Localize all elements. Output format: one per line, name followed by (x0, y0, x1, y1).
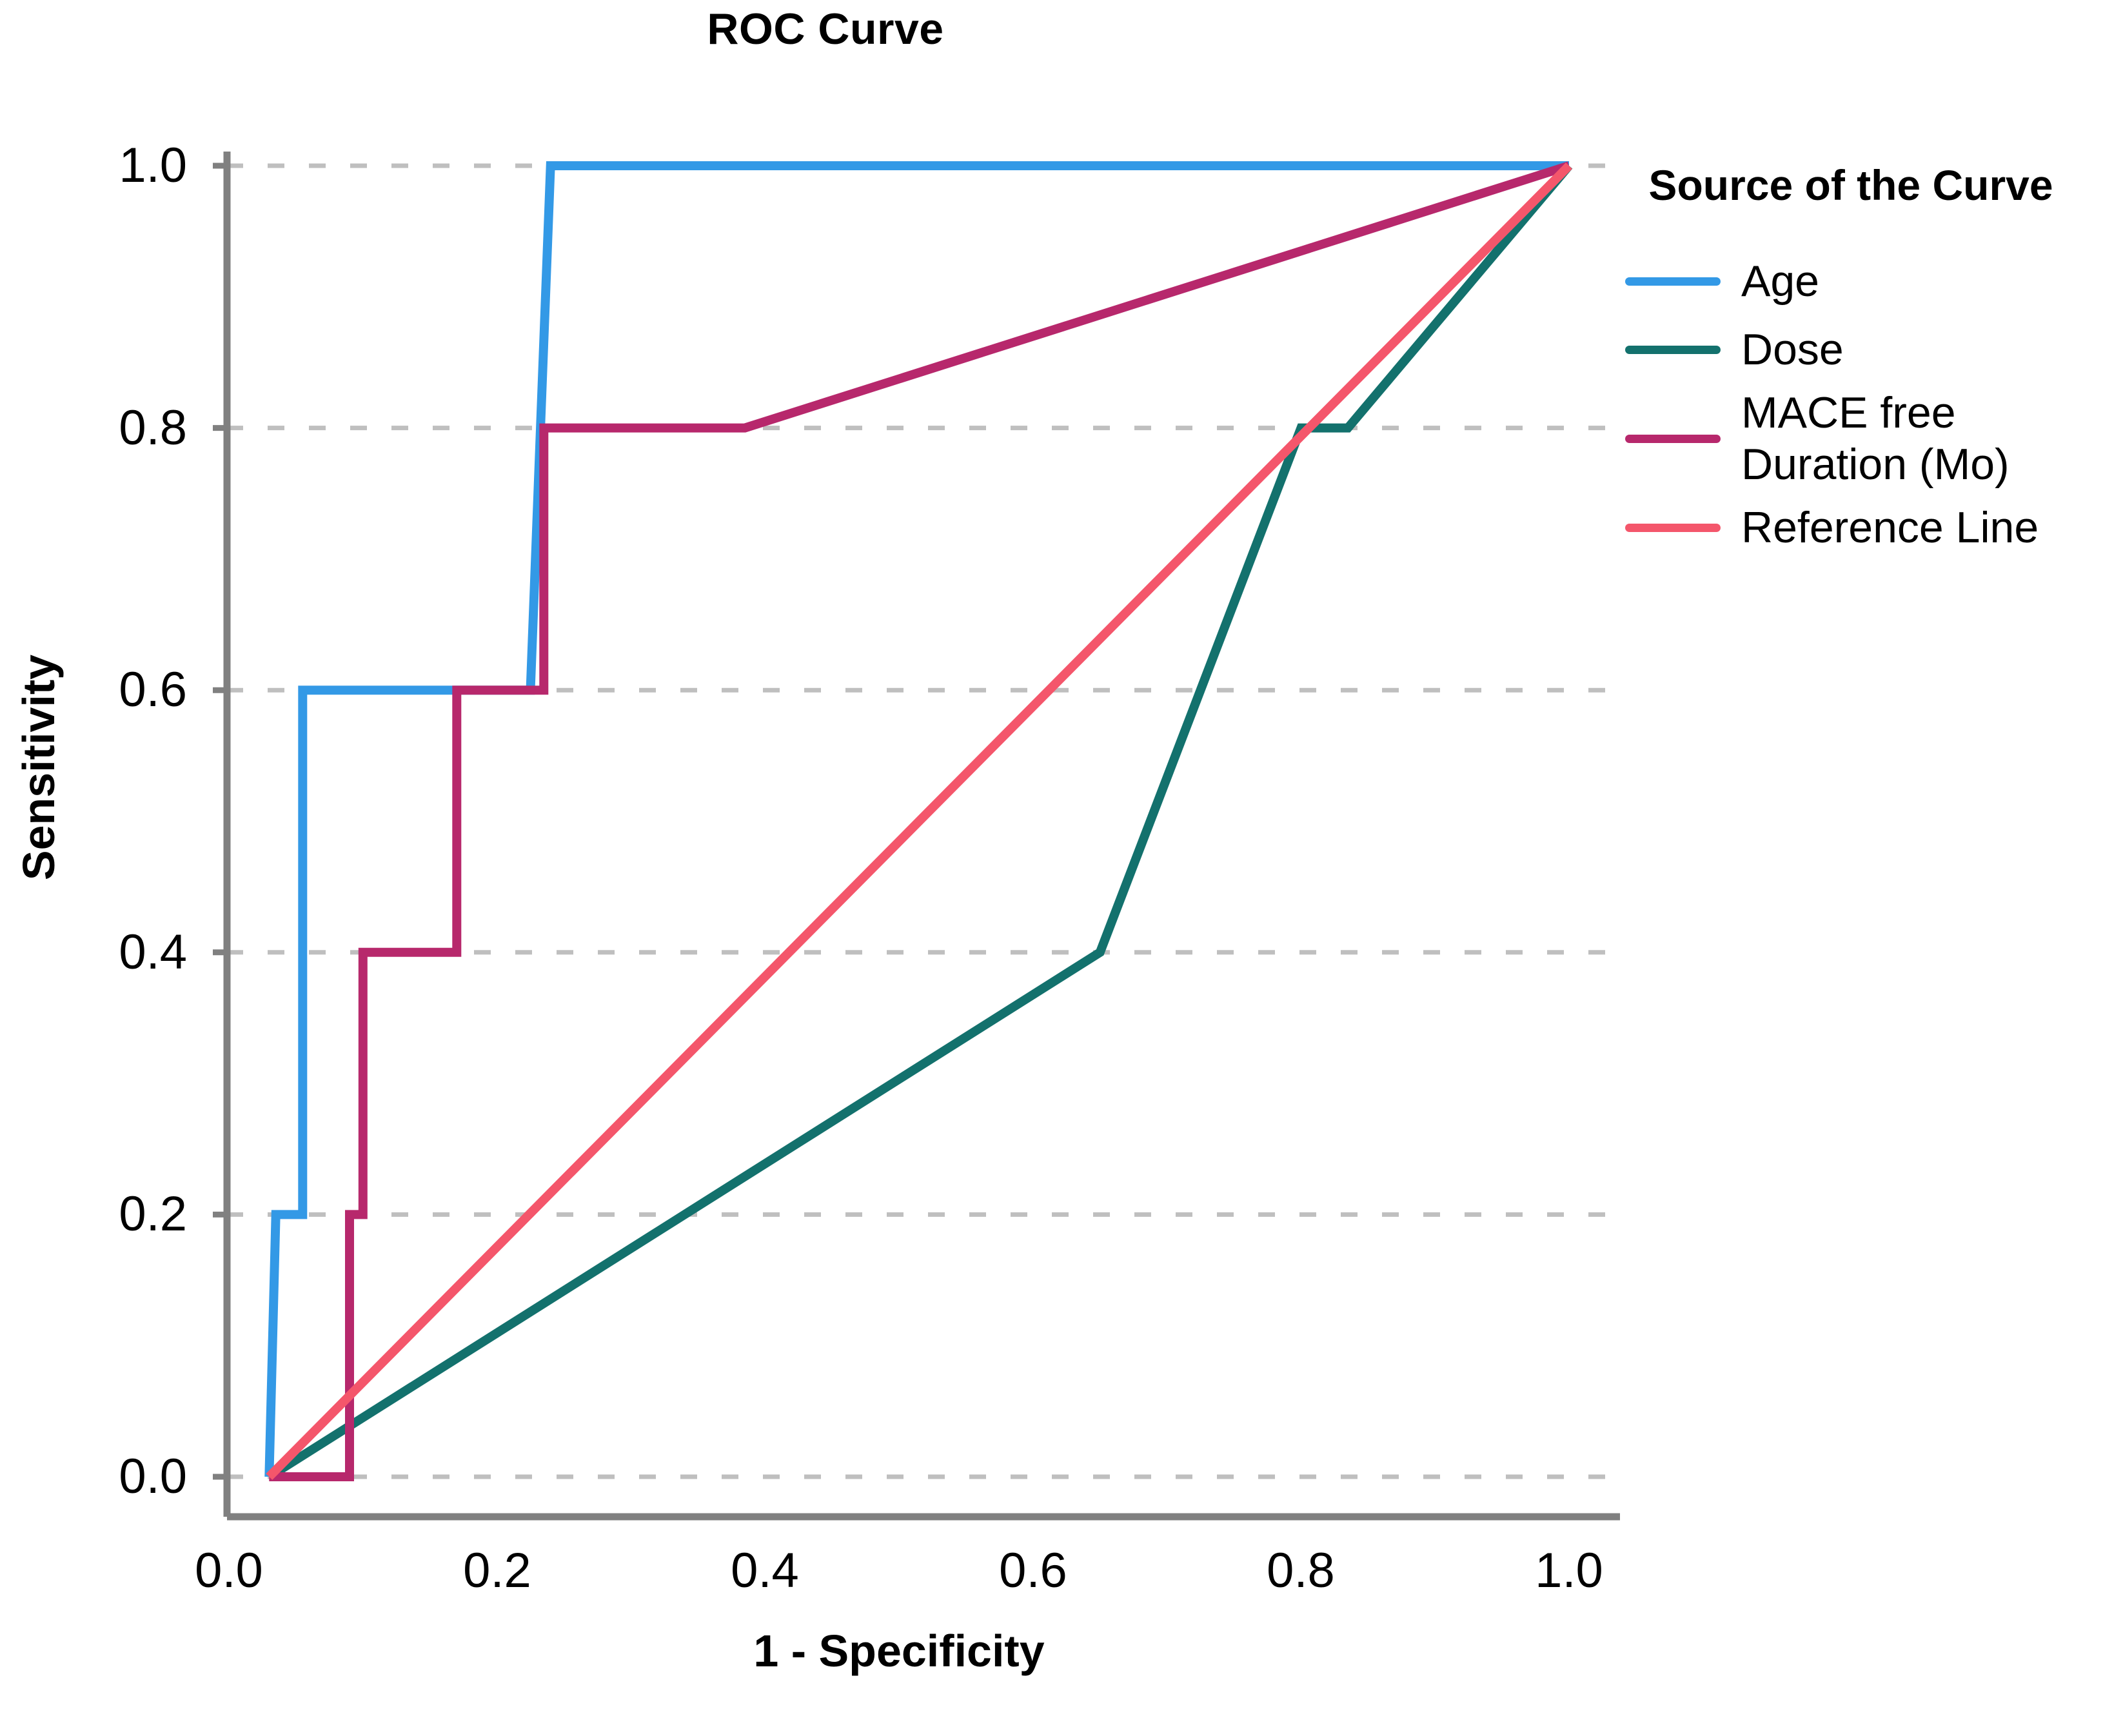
legend-color-swatch (1625, 345, 1721, 354)
legend-color-swatch (1625, 277, 1721, 286)
plot-svg (213, 152, 1620, 1521)
y-axis-title: Sensitivity (14, 654, 64, 881)
legend-color-swatch (1625, 434, 1721, 443)
x-tick-label: 1.0 (1535, 1543, 1603, 1598)
x-tick-label: 0.8 (1267, 1543, 1335, 1598)
legend-item-label: MACE free Duration (Mo) (1741, 388, 2009, 489)
y-tick-label: 1.0 (119, 138, 187, 193)
y-tick-label: 0.0 (119, 1449, 187, 1504)
legend-color-swatch (1625, 523, 1721, 532)
legend-item-label: Reference Line (1741, 503, 2039, 552)
legend-swatch-cell (1625, 523, 1741, 532)
legend: Source of the Curve Age Dose MACE free Dur… (1625, 161, 2123, 565)
legend-title: Source of the Curve (1648, 161, 2053, 209)
data-series-layer (264, 161, 1573, 1481)
roc-curve-figure: ROC Curve 1.0 0.8 0.6 0.4 0.2 0.0 0.0 0.… (0, 0, 2123, 1736)
x-tick-label: 0.2 (463, 1543, 531, 1598)
y-tick-label: 0.4 (119, 925, 187, 980)
x-axis-title: 1 - Specificity (753, 1626, 1045, 1676)
series-line-reference-line (266, 163, 1572, 1480)
legend-swatch-cell (1625, 434, 1741, 443)
plot-area: 1.0 0.8 0.6 0.4 0.2 0.0 0.0 0.2 0.4 0.6 … (0, 0, 1690, 1676)
legend-item[interactable]: MACE free Duration (Mo) (1625, 387, 2123, 490)
legend-item[interactable]: Reference Line (1625, 497, 2123, 558)
legend-item[interactable]: Dose (1625, 319, 2123, 380)
legend-items: Age Dose MACE free Duration (Mo) Reference … (1625, 250, 2123, 558)
x-tick-label: 0.0 (195, 1543, 263, 1598)
legend-swatch-cell (1625, 345, 1741, 354)
x-tick-label: 0.4 (731, 1543, 799, 1598)
y-tick-label: 0.8 (119, 400, 187, 455)
legend-item-label: Age (1741, 257, 1819, 306)
legend-item-label: Dose (1741, 325, 1844, 374)
legend-item[interactable]: Age (1625, 250, 2123, 312)
x-tick-label: 0.6 (999, 1543, 1067, 1598)
legend-swatch-cell (1625, 277, 1741, 286)
y-tick-label: 0.2 (119, 1187, 187, 1241)
